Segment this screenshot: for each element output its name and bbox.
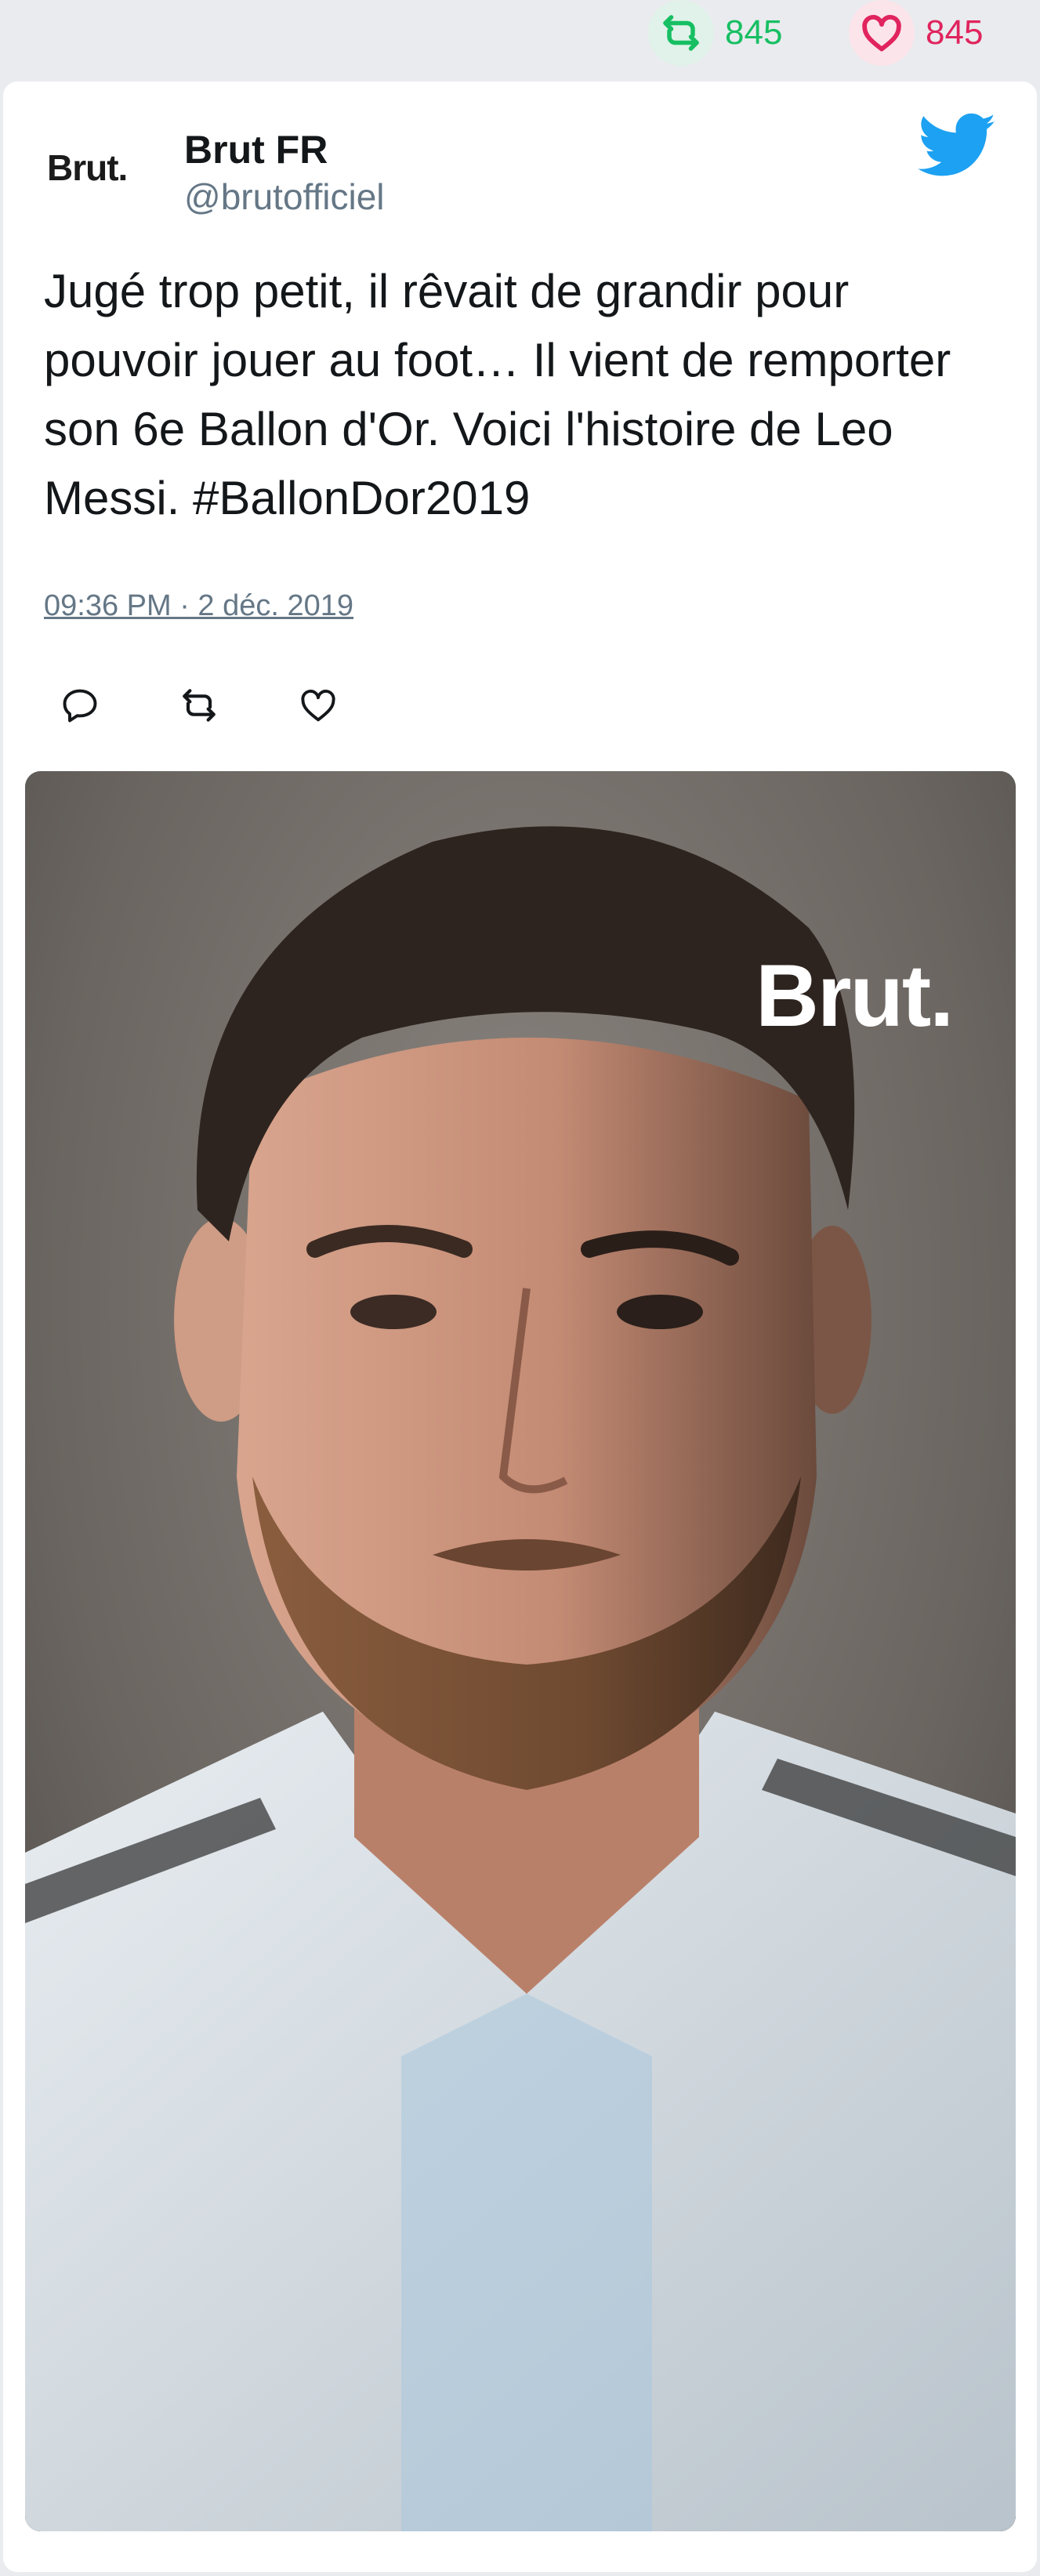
tweet-timestamp-link[interactable]: 09:36 PM · 2 déc. 2019 [44, 589, 353, 623]
reply-button[interactable] [49, 676, 111, 738]
like-button[interactable] [287, 676, 350, 738]
tweet-media-video[interactable]: Brut. [25, 771, 1016, 2531]
engagement-stats-bar: 845 845 [0, 0, 1040, 75]
user-handle[interactable]: @brutofficiel [184, 176, 385, 218]
media-watermark: Brut. [756, 947, 954, 1045]
reply-icon [60, 685, 100, 730]
retweet-count: 845 [725, 13, 783, 52]
avatar[interactable]: Brut. [47, 136, 172, 199]
heart-icon [849, 0, 915, 66]
heart-icon [298, 685, 339, 730]
avatar-logo-text: Brut. [47, 147, 128, 188]
tweet-text: Jugé trop petit, il rêvait de grandir po… [44, 265, 951, 524]
retweet-icon [648, 0, 714, 66]
display-name[interactable]: Brut FR [184, 127, 328, 172]
retweet-button[interactable] [168, 676, 230, 738]
tweet-card: Brut. Brut FR @brutofficiel Jugé trop pe… [3, 82, 1037, 2572]
like-count-stat[interactable]: 845 [849, 0, 984, 66]
twitter-bird-icon[interactable] [918, 113, 997, 179]
retweet-icon [177, 683, 221, 731]
like-count: 845 [926, 13, 984, 52]
retweet-count-stat[interactable]: 845 [648, 0, 783, 66]
